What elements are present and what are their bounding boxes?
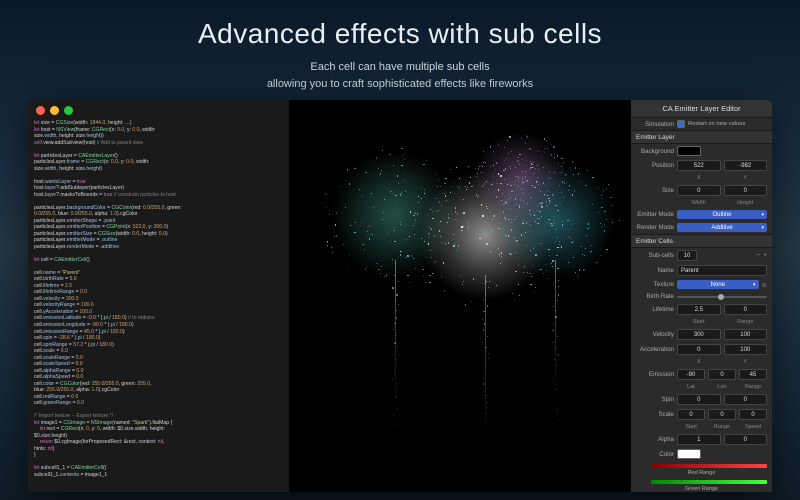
emitter-cells-section: Emitter Cells: [631, 234, 772, 248]
render-mode-select[interactable]: Additive: [677, 223, 767, 232]
emission-lat-field[interactable]: -90: [677, 369, 705, 380]
background-label: Background: [636, 148, 674, 155]
subheadline: Each cell can have multiple sub cells al…: [0, 59, 800, 92]
restart-checkbox[interactable]: [677, 120, 685, 128]
inspector-panel: CA Emitter Layer Editor Simulation Resta…: [630, 100, 772, 492]
emitter-mode-select[interactable]: Outline: [677, 210, 767, 219]
name-field[interactable]: Parent: [677, 265, 767, 276]
inspector-title: CA Emitter Layer Editor: [631, 100, 772, 118]
position-x-field[interactable]: 522: [677, 160, 721, 171]
red-range-slider[interactable]: [651, 464, 767, 468]
emission-range-field[interactable]: 45: [739, 369, 767, 380]
app-window: let size = CGSize(width: 1844.0, height:…: [28, 100, 772, 492]
size-height-field[interactable]: 0: [724, 185, 768, 196]
emission-label: Emission: [636, 371, 674, 378]
accel-x-field[interactable]: 0: [677, 344, 721, 355]
green-range-slider[interactable]: [651, 480, 767, 484]
spin-range-field[interactable]: 0: [724, 394, 768, 405]
zoom-icon[interactable]: [64, 106, 73, 115]
spin-start-field[interactable]: 0: [677, 394, 721, 405]
scale-range-field[interactable]: 0: [708, 409, 736, 420]
code-editor[interactable]: let size = CGSize(width: 1844.0, height:…: [28, 100, 290, 492]
alpha-label: Alpha: [636, 436, 674, 443]
lifetime-label: Lifetime: [636, 306, 674, 313]
color-label: Color: [636, 451, 674, 458]
position-y-field[interactable]: -982: [724, 160, 768, 171]
subhead-line-2: allowing you to craft sophisticated effe…: [0, 76, 800, 93]
color-colorwell[interactable]: [677, 449, 701, 459]
preview-canvas[interactable]: [290, 100, 630, 492]
accel-y-field[interactable]: 100: [724, 344, 768, 355]
texture-remove-icon[interactable]: ⊖: [762, 281, 767, 289]
red-range-label: Red Range: [631, 470, 772, 477]
emitter-mode-label: Emitter Mode: [636, 211, 674, 218]
subhead-line-1: Each cell can have multiple sub cells: [0, 59, 800, 76]
render-mode-label: Render Mode: [636, 224, 674, 231]
birthrate-label: Birth Rate: [636, 293, 674, 300]
alpha-range-field[interactable]: 1: [677, 434, 721, 445]
scale-label: Scale: [636, 411, 674, 418]
simulation-label: Simulation: [636, 121, 674, 128]
texture-select[interactable]: None: [677, 280, 759, 289]
restart-label: Restart on new values: [688, 121, 745, 127]
green-range-label: Green Range: [631, 486, 772, 492]
window-controls: [36, 106, 73, 115]
alpha-speed-field[interactable]: 0: [724, 434, 768, 445]
size-label: Size: [636, 187, 674, 194]
birthrate-slider[interactable]: [677, 296, 767, 298]
particle-dots: [290, 100, 630, 492]
velocity-label: Velocity: [636, 331, 674, 338]
remove-cell-button[interactable]: −: [756, 252, 760, 259]
headline: Advanced effects with sub cells: [0, 18, 800, 50]
lifetime-range-field[interactable]: 0: [724, 304, 768, 315]
emission-lon-field[interactable]: 0: [708, 369, 736, 380]
scale-start-field[interactable]: 0: [677, 409, 705, 420]
name-label: Name: [636, 267, 674, 274]
background-colorwell[interactable]: [677, 146, 701, 156]
acceleration-label: Acceleration: [636, 346, 674, 353]
fireworks-render: [290, 100, 630, 492]
lifetime-start-field[interactable]: 2.5: [677, 304, 721, 315]
velocity-start-field[interactable]: 300: [677, 329, 721, 340]
texture-label: Texture: [636, 281, 674, 288]
position-label: Position: [636, 162, 674, 169]
add-cell-button[interactable]: +: [763, 252, 767, 259]
close-icon[interactable]: [36, 106, 45, 115]
scale-speed-field[interactable]: 0: [739, 409, 767, 420]
spin-label: Spin: [636, 396, 674, 403]
size-width-field[interactable]: 0: [677, 185, 721, 196]
emitter-layer-section: Emitter Layer: [631, 130, 772, 144]
subcells-label: Sub-cells: [636, 252, 674, 259]
subcells-count-field[interactable]: 10: [677, 250, 697, 261]
velocity-range-field[interactable]: 100: [724, 329, 768, 340]
minimize-icon[interactable]: [50, 106, 59, 115]
